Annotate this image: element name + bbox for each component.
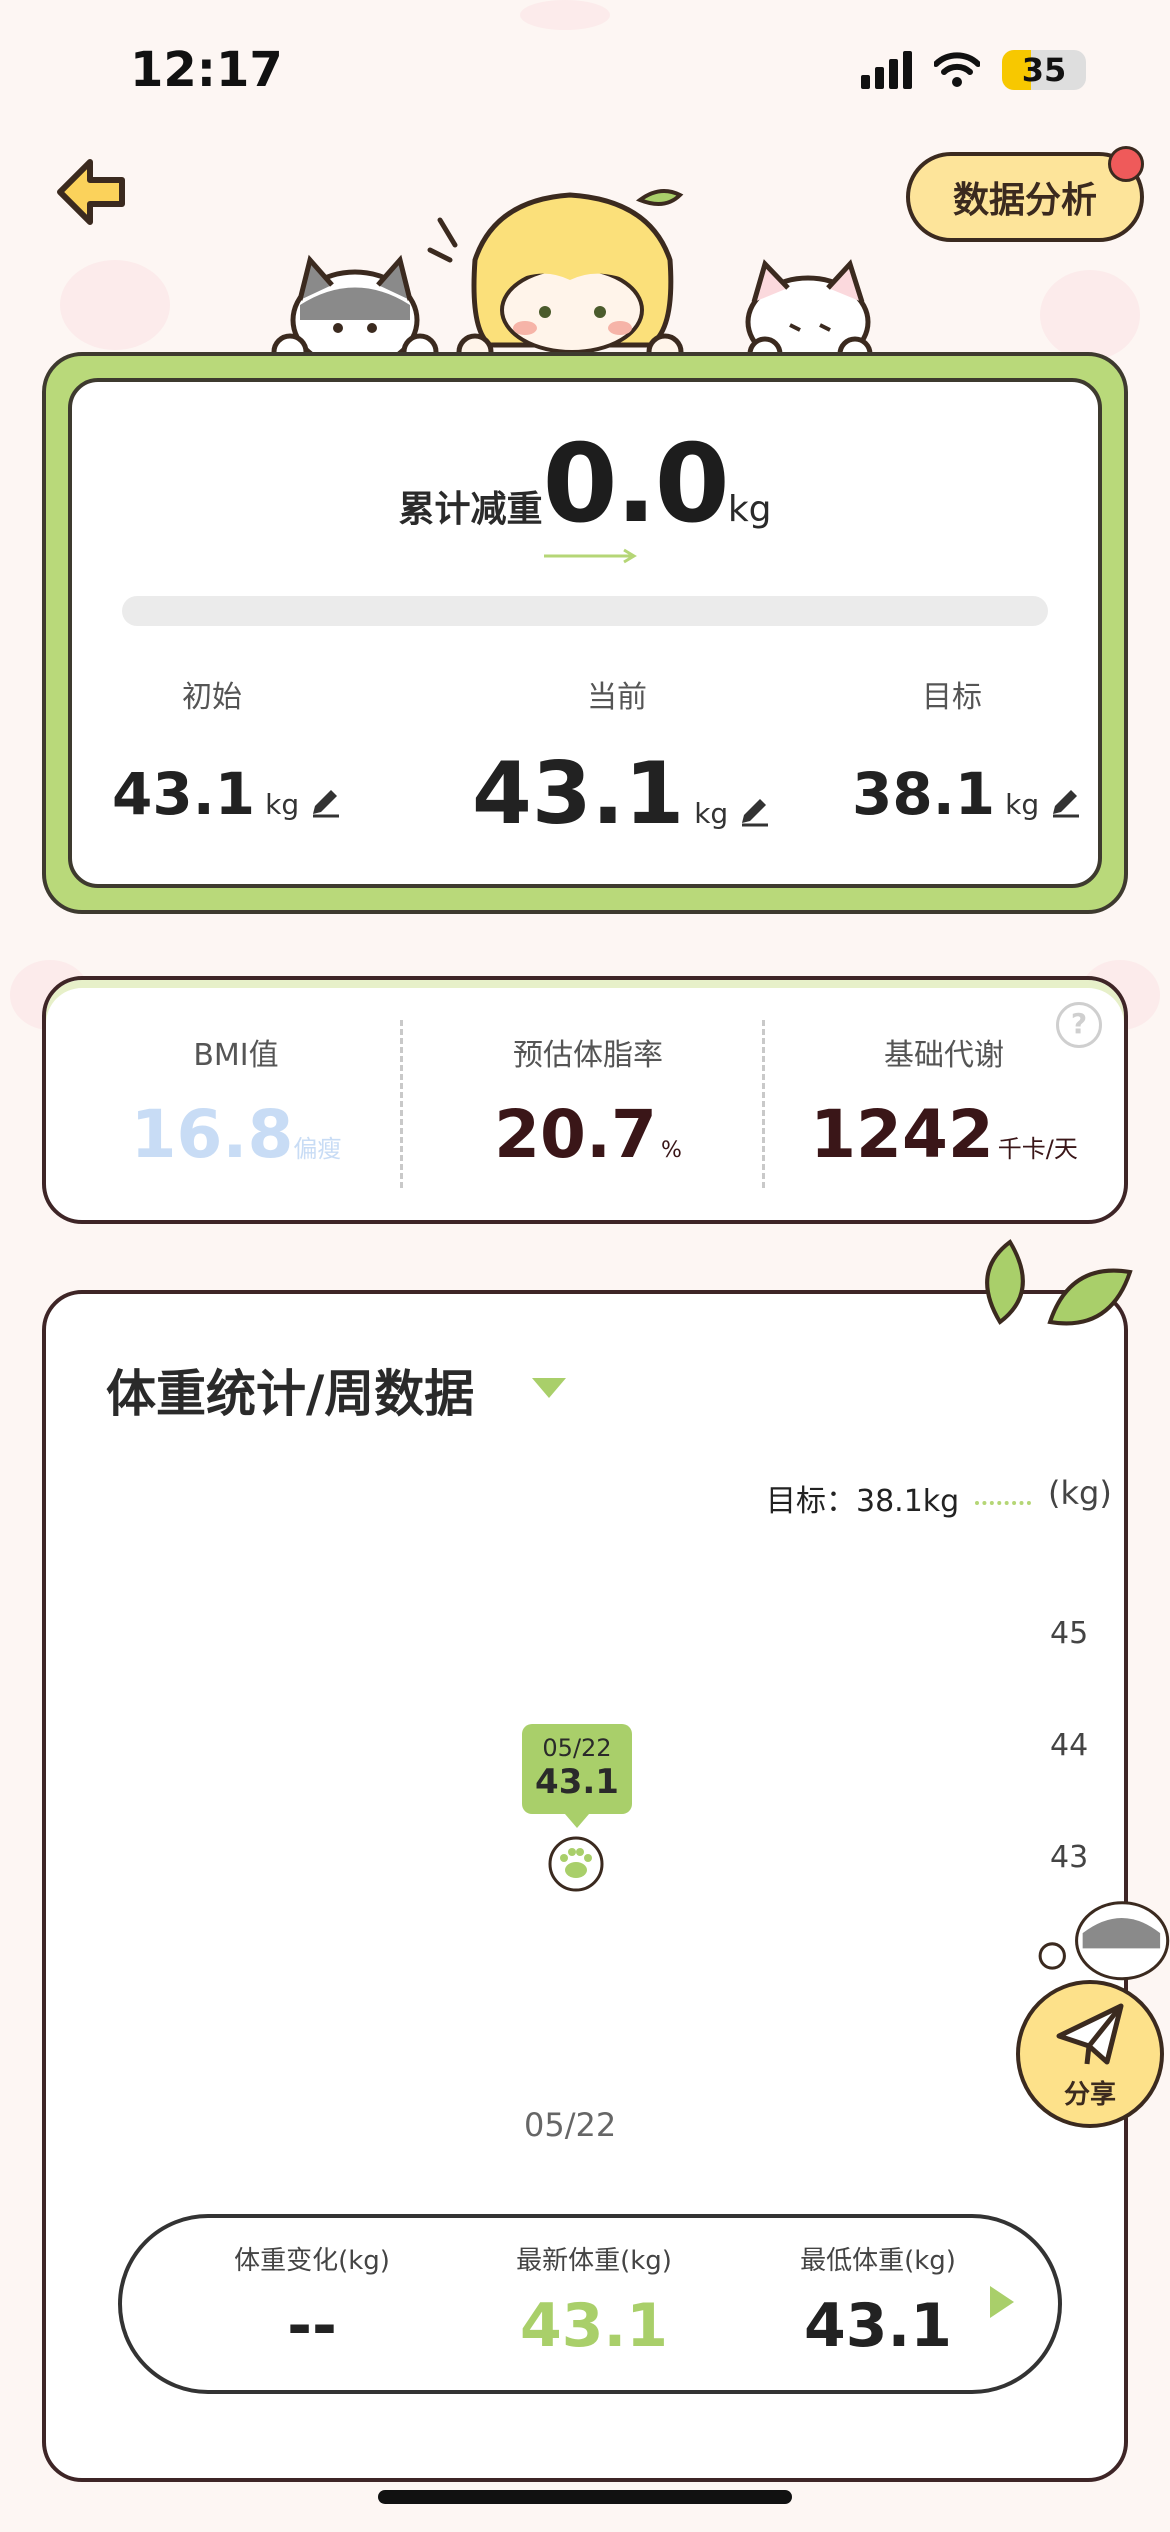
body-metrics-card: ? BMI值 16.8偏瘦 预估体脂率 20.7% 基础代谢 1242 千卡/天	[42, 976, 1128, 1224]
tooltip-date: 05/22	[542, 1734, 612, 1762]
bmr-value: 1242	[810, 1096, 994, 1173]
battery-level: 35	[1021, 51, 1067, 89]
body-fat-value-row: 20.7%	[418, 1096, 758, 1173]
paw-data-point[interactable]	[546, 1834, 606, 1894]
divider	[762, 1020, 765, 1188]
current-unit: kg	[694, 797, 729, 830]
body-fat-value: 20.7	[494, 1096, 657, 1173]
y-tick-label: 43	[1050, 1840, 1089, 1875]
total-loss-value: 0.0	[542, 422, 729, 547]
arrow-right-icon	[544, 548, 637, 564]
play-arrow-icon[interactable]	[990, 2286, 1014, 2318]
initial-label: 初始	[182, 680, 242, 715]
current-label: 当前	[587, 680, 647, 715]
target-legend: 目标：38.1kg	[766, 1476, 1032, 1520]
bmi-metric: BMI值 16.8偏瘦	[66, 1030, 406, 1173]
body-fat-unit: %	[660, 1138, 682, 1163]
x-tick-label: 05/22	[524, 2106, 617, 2144]
bmr-unit: 千卡/天	[997, 1135, 1078, 1163]
home-indicator[interactable]	[378, 2490, 792, 2504]
target-dotted-line	[975, 1500, 1032, 1505]
total-loss-row: 累计减重0.0kg	[72, 422, 1098, 547]
back-arrow-icon[interactable]	[50, 152, 130, 232]
share-label: 分享	[1063, 2080, 1116, 2110]
bmi-label: BMI值	[193, 1038, 279, 1073]
bmi-value-row: 16.8偏瘦	[66, 1096, 406, 1173]
status-time: 12:17	[130, 42, 283, 98]
initial-value: 43.1	[112, 760, 256, 828]
tooltip-value: 43.1	[535, 1762, 619, 1802]
body-fat-label: 预估体脂率	[513, 1038, 663, 1073]
latest-weight-value: 43.1	[519, 2291, 669, 2361]
weight-change-stat: 体重变化(kg) --	[162, 2240, 462, 2361]
lowest-weight-label: 最低体重(kg)	[800, 2246, 956, 2276]
notification-dot	[1108, 146, 1144, 182]
target-unit: kg	[1005, 788, 1040, 821]
weight-chart-card: 体重统计/周数据 目标：38.1kg (kg) 45 44 43 05/22 4…	[42, 1290, 1128, 2482]
paper-plane-icon	[1056, 2003, 1124, 2065]
weight-change-label: 体重变化(kg)	[234, 2246, 390, 2276]
weight-change-value: --	[287, 2291, 337, 2361]
current-value: 43.1	[472, 744, 685, 844]
background-paw-decoration	[520, 0, 610, 30]
loss-progress-bar	[122, 596, 1048, 626]
chart-title[interactable]: 体重统计/周数据	[106, 1354, 474, 1426]
total-loss-label: 累计减重	[398, 489, 543, 530]
edit-pencil-icon[interactable]	[309, 786, 341, 818]
leaf-decoration-icon	[985, 1239, 1133, 1326]
bmr-value-row: 1242 千卡/天	[774, 1096, 1114, 1173]
signal-icon	[861, 51, 912, 89]
edit-pencil-icon[interactable]	[738, 795, 770, 827]
bmi-status: 偏瘦	[293, 1135, 342, 1163]
target-weight: 目标 38.1 kg	[852, 672, 1080, 828]
current-value-row[interactable]: 43.1 kg	[472, 744, 769, 844]
data-analysis-label: 数据分析	[952, 180, 1097, 221]
lowest-weight-value: 43.1	[803, 2291, 953, 2361]
target-value-row[interactable]: 38.1 kg	[852, 760, 1080, 828]
mascot-illustration	[271, 189, 873, 370]
bmr-metric: 基础代谢 1242 千卡/天	[774, 1030, 1114, 1173]
weight-summary-card: 累计减重0.0kg 初始 43.1 kg 当前 43.1 kg 目标 38.1 kg	[42, 352, 1128, 914]
weight-stats-pill: 体重变化(kg) -- 最新体重(kg) 43.1 最低体重(kg) 43.1	[118, 2214, 1062, 2394]
status-icons: 35	[861, 50, 1086, 90]
initial-value-row[interactable]: 43.1 kg	[112, 760, 340, 828]
wifi-icon	[934, 52, 980, 87]
total-loss-unit: kg	[727, 489, 772, 530]
target-label: 目标	[922, 680, 982, 715]
latest-weight-stat: 最新体重(kg) 43.1	[444, 2240, 744, 2361]
battery-icon: 35	[1002, 50, 1086, 90]
bmr-label: 基础代谢	[884, 1038, 1004, 1073]
edit-pencil-icon[interactable]	[1049, 786, 1081, 818]
share-button[interactable]: 分享	[1016, 1980, 1164, 2128]
background-paw-decoration	[60, 260, 170, 350]
weight-summary-inner: 累计减重0.0kg 初始 43.1 kg 当前 43.1 kg 目标 38.1 kg	[68, 378, 1102, 888]
target-legend-text: 目标：38.1kg	[766, 1484, 960, 1519]
y-axis-unit: (kg)	[1048, 1474, 1112, 1512]
dropdown-triangle-icon[interactable]	[532, 1378, 566, 1398]
body-fat-metric: 预估体脂率 20.7%	[418, 1030, 758, 1173]
y-tick-label: 45	[1050, 1616, 1089, 1651]
divider	[400, 1020, 403, 1188]
target-value: 38.1	[852, 760, 996, 828]
initial-weight: 初始 43.1 kg	[112, 672, 340, 828]
current-weight: 当前 43.1 kg	[472, 672, 769, 844]
lowest-weight-stat: 最低体重(kg) 43.1	[728, 2240, 1028, 2361]
bmi-value: 16.8	[130, 1096, 294, 1173]
background-paw-decoration	[1040, 270, 1140, 360]
y-tick-label: 44	[1050, 1728, 1089, 1763]
latest-weight-label: 最新体重(kg)	[516, 2246, 672, 2276]
data-point-tooltip: 05/22 43.1	[522, 1724, 632, 1828]
initial-unit: kg	[265, 788, 300, 821]
